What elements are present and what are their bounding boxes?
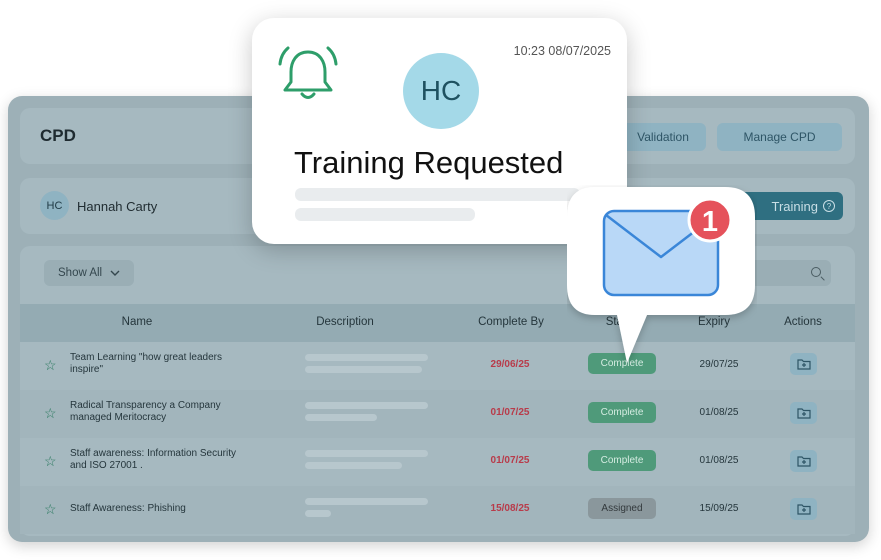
complete-by-date: 29/06/25 xyxy=(490,359,530,370)
table-row[interactable]: ☆ Radical Transparency a Company managed… xyxy=(20,390,855,438)
add-folder-button[interactable] xyxy=(790,450,817,472)
training-name: Staff awareness: Information Security an… xyxy=(70,448,237,471)
description-placeholder xyxy=(305,366,422,373)
training-name: Team Learning "how great leaders inspire… xyxy=(70,352,222,375)
validation-button[interactable]: Validation xyxy=(620,123,706,151)
star-icon[interactable]: ☆ xyxy=(44,358,57,372)
star-icon[interactable]: ☆ xyxy=(44,406,57,420)
column-header-description: Description xyxy=(316,316,374,328)
training-button-label: Training xyxy=(771,198,818,214)
page-title: CPD xyxy=(40,126,76,145)
training-name: Staff Awareness: Phishing xyxy=(70,503,186,514)
text-placeholder xyxy=(295,188,580,201)
training-name: Radical Transparency a Company managed M… xyxy=(70,400,221,423)
add-folder-button[interactable] xyxy=(790,353,817,375)
add-folder-button[interactable] xyxy=(790,498,817,520)
unread-count: 1 xyxy=(702,206,718,238)
star-icon[interactable]: ☆ xyxy=(44,502,57,516)
folder-plus-icon xyxy=(796,359,811,370)
chevron-down-icon xyxy=(110,270,120,276)
mail-notification-bubble[interactable]: 1 xyxy=(567,185,757,365)
user-name: Hannah Carty xyxy=(77,199,158,214)
description-placeholder xyxy=(305,354,428,361)
status-badge: Assigned xyxy=(588,498,656,519)
description-placeholder xyxy=(305,498,428,505)
folder-plus-icon xyxy=(796,408,811,419)
expiry-date: 15/09/25 xyxy=(699,503,739,514)
show-all-label: Show All xyxy=(58,267,103,279)
complete-by-date: 01/07/25 xyxy=(490,455,530,466)
notification-avatar: HC xyxy=(403,53,479,129)
show-all-dropdown[interactable]: Show All xyxy=(44,260,134,286)
column-header-name: Name xyxy=(121,316,153,328)
description-placeholder xyxy=(305,402,428,409)
complete-by-date: 15/08/25 xyxy=(490,503,530,514)
folder-plus-icon xyxy=(796,456,811,467)
complete-by-date: 01/07/25 xyxy=(490,407,530,418)
manage-cpd-button[interactable]: Manage CPD xyxy=(717,123,842,151)
text-placeholder xyxy=(295,208,475,221)
table-row[interactable]: ☆ Staff Awareness: Phishing 15/08/25 Ass… xyxy=(20,486,855,534)
expiry-date: 01/08/25 xyxy=(699,407,739,418)
column-header-actions: Actions xyxy=(784,316,822,328)
help-icon: ? xyxy=(823,200,835,212)
notification-timestamp: 10:23 08/07/2025 xyxy=(513,44,611,58)
description-placeholder xyxy=(305,414,377,421)
star-icon[interactable]: ☆ xyxy=(44,454,57,468)
status-badge: Complete xyxy=(588,402,656,423)
notification-title: Training Requested xyxy=(294,145,564,180)
bell-icon xyxy=(278,46,338,99)
unread-count-badge: 1 xyxy=(687,197,733,243)
add-folder-button[interactable] xyxy=(790,402,817,424)
expiry-date: 01/08/25 xyxy=(699,455,739,466)
status-badge: Complete xyxy=(588,450,656,471)
description-placeholder xyxy=(305,462,402,469)
description-placeholder xyxy=(305,450,428,457)
avatar: HC xyxy=(40,191,69,220)
folder-plus-icon xyxy=(796,504,811,515)
search-icon xyxy=(811,267,821,277)
description-placeholder xyxy=(305,510,331,517)
table-row[interactable]: ☆ Staff awareness: Information Security … xyxy=(20,438,855,486)
column-header-complete-by: Complete By xyxy=(478,316,544,328)
